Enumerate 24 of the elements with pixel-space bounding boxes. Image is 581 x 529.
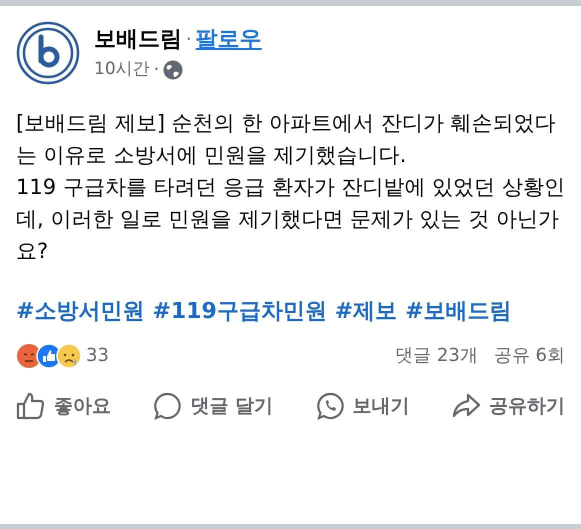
page-name[interactable]: 보배드림 — [94, 23, 182, 56]
send-button[interactable]: 보내기 — [314, 391, 410, 421]
comment-count[interactable]: 댓글 23개 — [395, 342, 478, 369]
comment-button[interactable]: 댓글 달기 — [152, 391, 274, 421]
reaction-count[interactable]: 33 — [86, 342, 109, 369]
phone-bubble-icon — [314, 391, 345, 421]
post-time[interactable]: 10시간 — [94, 56, 150, 82]
hashtag-link[interactable]: #119구급차민원 — [152, 295, 327, 328]
hashtag-link[interactable]: #보배드림 — [405, 295, 512, 328]
share-button[interactable]: 공유하기 — [450, 391, 565, 421]
reaction-icons[interactable] — [16, 342, 82, 368]
thumbs-up-icon — [16, 391, 46, 421]
hashtag-link[interactable]: #소방서민원 — [16, 295, 144, 328]
share-count[interactable]: 공유 6회 — [494, 342, 565, 369]
separator-dot: · — [186, 28, 192, 52]
speech-bubble-icon — [152, 391, 182, 421]
globe-icon — [163, 60, 184, 80]
avatar-logo[interactable] — [16, 21, 80, 85]
hashtag-link[interactable]: #제보 — [334, 295, 398, 328]
post-text: 119 구급차를 타려던 응급 환자가 잔디밭에 있었던 상황인데, 이러한 일로 민원을 제기했다면 문제가 있는 것 아닌가요? — [16, 174, 565, 265]
post-text: [보배드림 제보] 순천의 한 아파트에서 잔디가 훼손되었다는 이유로 소방서에 민원을 제기했습니다. — [16, 110, 556, 169]
follow-link[interactable]: 팔로우 — [196, 23, 262, 56]
separator-dot: · — [154, 58, 160, 82]
like-button[interactable]: 좋아요 — [16, 391, 111, 421]
